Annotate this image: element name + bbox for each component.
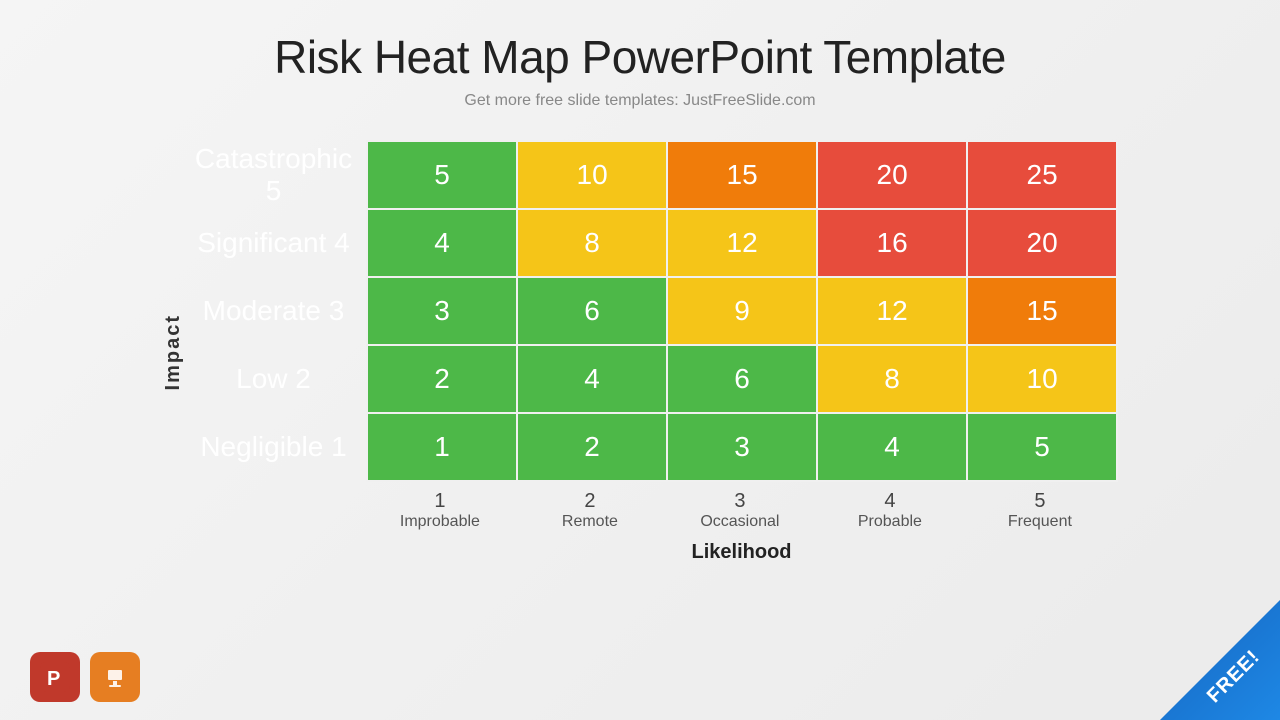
chart-area: Impact Catastrophic 5510152025Significan… [162, 140, 1118, 564]
cell-r0-c1: 10 [517, 141, 667, 209]
table-wrapper: Catastrophic 5510152025Significant 44812… [195, 140, 1118, 564]
cell-r4-c3: 4 [817, 413, 967, 481]
table-row: Significant 448121620 [195, 209, 1117, 277]
cell-r0-c4: 25 [967, 141, 1117, 209]
cell-r4-c0: 1 [367, 413, 517, 481]
free-badge: FREE! [1160, 600, 1280, 720]
keynote-icon [90, 652, 140, 702]
cell-r4-c1: 2 [517, 413, 667, 481]
table-row: Low 2246810 [195, 345, 1117, 413]
col-label-2: 3Occasional [665, 482, 815, 531]
app-icons: P [30, 652, 140, 702]
cell-r3-c2: 6 [667, 345, 817, 413]
cell-r4-c2: 3 [667, 413, 817, 481]
cell-r3-c3: 8 [817, 345, 967, 413]
col-label-4: 5Frequent [965, 482, 1115, 531]
cell-r1-c4: 20 [967, 209, 1117, 277]
row-label-3: Low 2 [195, 345, 367, 413]
svg-text:P: P [47, 668, 60, 690]
cell-r4-c4: 5 [967, 413, 1117, 481]
free-label: FREE! [1203, 646, 1265, 708]
cell-r0-c0: 5 [367, 141, 517, 209]
page-subtitle: Get more free slide templates: JustFreeS… [464, 92, 815, 110]
col-labels-row: 1Improbable2Remote3Occasional4Probable5F… [365, 482, 1118, 531]
cell-r1-c0: 4 [367, 209, 517, 277]
row-label-2: Moderate 3 [195, 277, 367, 345]
col-label-0: 1Improbable [365, 482, 515, 531]
cell-r2-c0: 3 [367, 277, 517, 345]
cell-r3-c1: 4 [517, 345, 667, 413]
table-row: Negligible 112345 [195, 413, 1117, 481]
cell-r0-c3: 20 [817, 141, 967, 209]
cell-r1-c3: 16 [817, 209, 967, 277]
cell-r3-c4: 10 [967, 345, 1117, 413]
cell-r2-c3: 12 [817, 277, 967, 345]
col-label-3: 4Probable [815, 482, 965, 531]
cell-r1-c2: 12 [667, 209, 817, 277]
page: Risk Heat Map PowerPoint Template Get mo… [0, 0, 1280, 720]
risk-grid: Catastrophic 5510152025Significant 44812… [195, 140, 1118, 482]
cell-r2-c4: 15 [967, 277, 1117, 345]
row-label-0: Catastrophic 5 [195, 141, 367, 209]
row-label-4: Negligible 1 [195, 413, 367, 481]
row-label-1: Significant 4 [195, 209, 367, 277]
cell-r2-c2: 9 [667, 277, 817, 345]
table-row: Catastrophic 5510152025 [195, 141, 1117, 209]
impact-label: Impact [162, 314, 185, 390]
col-label-1: 2Remote [515, 482, 665, 531]
cell-r1-c1: 8 [517, 209, 667, 277]
cell-r3-c0: 2 [367, 345, 517, 413]
page-title: Risk Heat Map PowerPoint Template [274, 30, 1006, 84]
likelihood-label: Likelihood [365, 541, 1118, 564]
cell-r2-c1: 6 [517, 277, 667, 345]
powerpoint-icon: P [30, 652, 80, 702]
cell-r0-c2: 15 [667, 141, 817, 209]
table-row: Moderate 33691215 [195, 277, 1117, 345]
